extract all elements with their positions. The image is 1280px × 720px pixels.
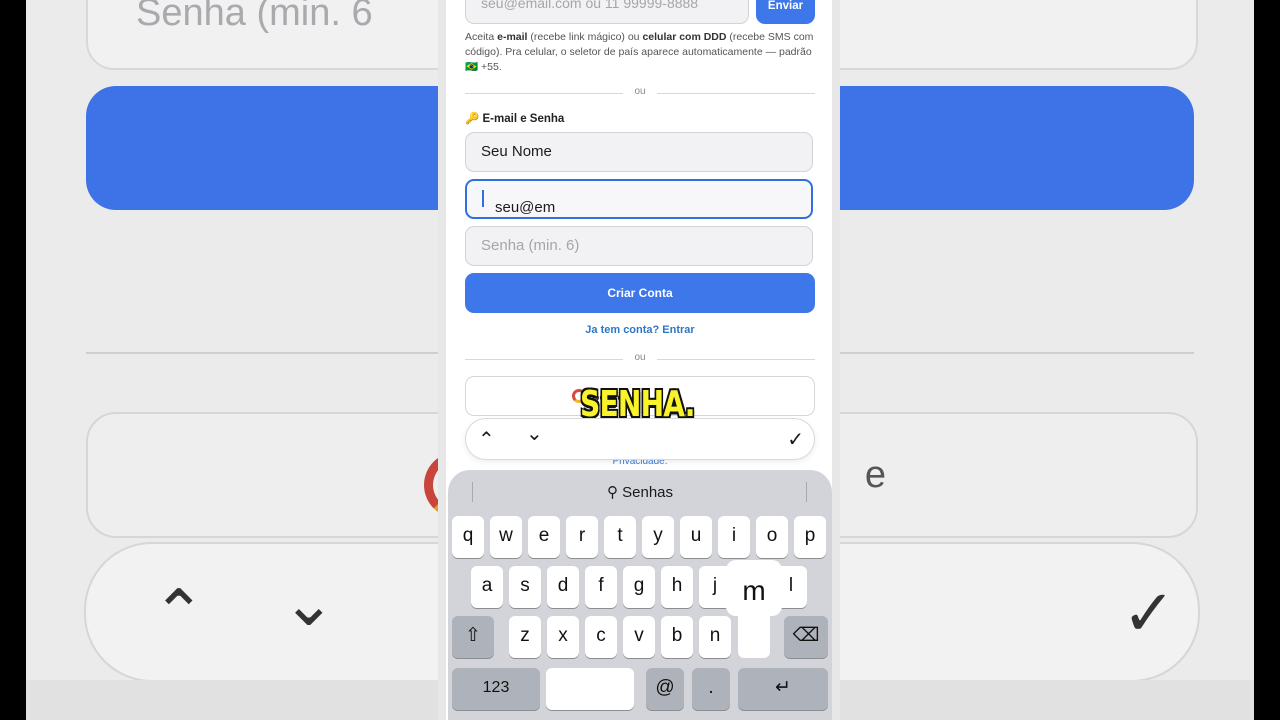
- key-preview-m: m: [726, 560, 782, 658]
- left-edge: [438, 0, 446, 720]
- help-bold: e-mail: [497, 31, 528, 43]
- key-t[interactable]: t: [604, 516, 636, 558]
- password-placeholder: Senha (min. 6): [481, 237, 580, 254]
- key-e[interactable]: e: [528, 516, 560, 558]
- email-field[interactable]: seu@em: [465, 179, 813, 219]
- help-part: (recebe link mágico) ou: [527, 31, 643, 43]
- or-divider: ou: [465, 86, 815, 100]
- contact-input[interactable]: seu@email.com ou 11 99999-8888: [465, 0, 749, 24]
- divider-label: ou: [634, 352, 646, 363]
- numbers-key[interactable]: 123: [452, 668, 540, 710]
- passwords-suggestion[interactable]: ⚲ Senhas: [448, 480, 832, 506]
- email-password-title: 🔑 E-mail e Senha: [465, 113, 565, 125]
- suggestion-label: Senhas: [622, 484, 674, 501]
- key-c[interactable]: c: [585, 616, 617, 658]
- bg-chevron-up-icon: ⌃: [152, 577, 206, 649]
- send-button[interactable]: Enviar: [756, 0, 815, 24]
- help-part: Aceita: [465, 31, 498, 43]
- suggestion-separator: [806, 482, 807, 502]
- help-part: +55.: [478, 61, 502, 73]
- key-s[interactable]: s: [509, 566, 541, 608]
- key-b[interactable]: b: [661, 616, 693, 658]
- bg-password-placeholder: Senha (min. 6: [136, 0, 373, 34]
- bg-check-icon: ✓: [1122, 577, 1176, 649]
- email-text: seu@em: [495, 199, 556, 216]
- bg-chevron-down-icon: ⌄: [282, 567, 336, 639]
- key-p[interactable]: p: [794, 516, 826, 558]
- phone-screen: seu@email.com ou 11 99999-8888 Enviar Ac…: [438, 0, 840, 720]
- email-value: seu@em: [481, 190, 555, 216]
- text-caret: [482, 190, 484, 207]
- or-divider: ou: [465, 352, 815, 366]
- help-bold: celular com DDD: [642, 31, 727, 43]
- key-q[interactable]: q: [452, 516, 484, 558]
- key-u[interactable]: u: [680, 516, 712, 558]
- key-i[interactable]: i: [718, 516, 750, 558]
- key-icon: ⚲: [606, 484, 618, 501]
- done-check-icon[interactable]: ✓: [787, 427, 804, 452]
- dot-key[interactable]: .: [692, 668, 730, 710]
- key-o[interactable]: o: [756, 516, 788, 558]
- key-w[interactable]: w: [490, 516, 522, 558]
- keyboard-accessory-bar: ⌃ ⌄ ✓: [465, 418, 815, 460]
- space-key[interactable]: [546, 668, 634, 710]
- name-field[interactable]: Seu Nome: [465, 132, 813, 172]
- chevron-down-icon[interactable]: ⌄: [526, 421, 543, 446]
- backspace-key[interactable]: ⌫: [784, 616, 828, 658]
- key-v[interactable]: v: [623, 616, 655, 658]
- key-d[interactable]: d: [547, 566, 579, 608]
- key-r[interactable]: r: [566, 516, 598, 558]
- divider-line: [657, 93, 815, 94]
- chevron-up-icon[interactable]: ⌃: [478, 427, 495, 452]
- keyboard: ⚲ Senhas q w e r t y u i o p a s d f g h…: [448, 470, 832, 720]
- key-h[interactable]: h: [661, 566, 693, 608]
- key-a[interactable]: a: [471, 566, 503, 608]
- contact-placeholder: seu@email.com ou 11 99999-8888: [481, 0, 699, 11]
- right-edge: [832, 0, 840, 720]
- divider-label: ou: [634, 86, 646, 97]
- password-field[interactable]: Senha (min. 6): [465, 226, 813, 266]
- key-preview-letter: m: [726, 560, 782, 616]
- shift-key[interactable]: ⇧: [452, 616, 494, 658]
- key-z[interactable]: z: [509, 616, 541, 658]
- brazil-flag-icon: 🇧🇷: [465, 61, 479, 73]
- contact-help-text: Aceita e-mail (recebe link mágico) ou ce…: [465, 30, 815, 75]
- login-link[interactable]: Ja tem conta? Entrar: [465, 324, 815, 336]
- name-value: Seu Nome: [481, 143, 552, 160]
- create-account-button[interactable]: Criar Conta: [465, 273, 815, 313]
- key-f[interactable]: f: [585, 566, 617, 608]
- at-key[interactable]: @: [646, 668, 684, 710]
- key-g[interactable]: g: [623, 566, 655, 608]
- divider-line: [657, 359, 815, 360]
- bg-google-suffix: e: [864, 454, 886, 496]
- key-x[interactable]: x: [547, 616, 579, 658]
- return-key[interactable]: ↵: [738, 668, 828, 710]
- key-y[interactable]: y: [642, 516, 674, 558]
